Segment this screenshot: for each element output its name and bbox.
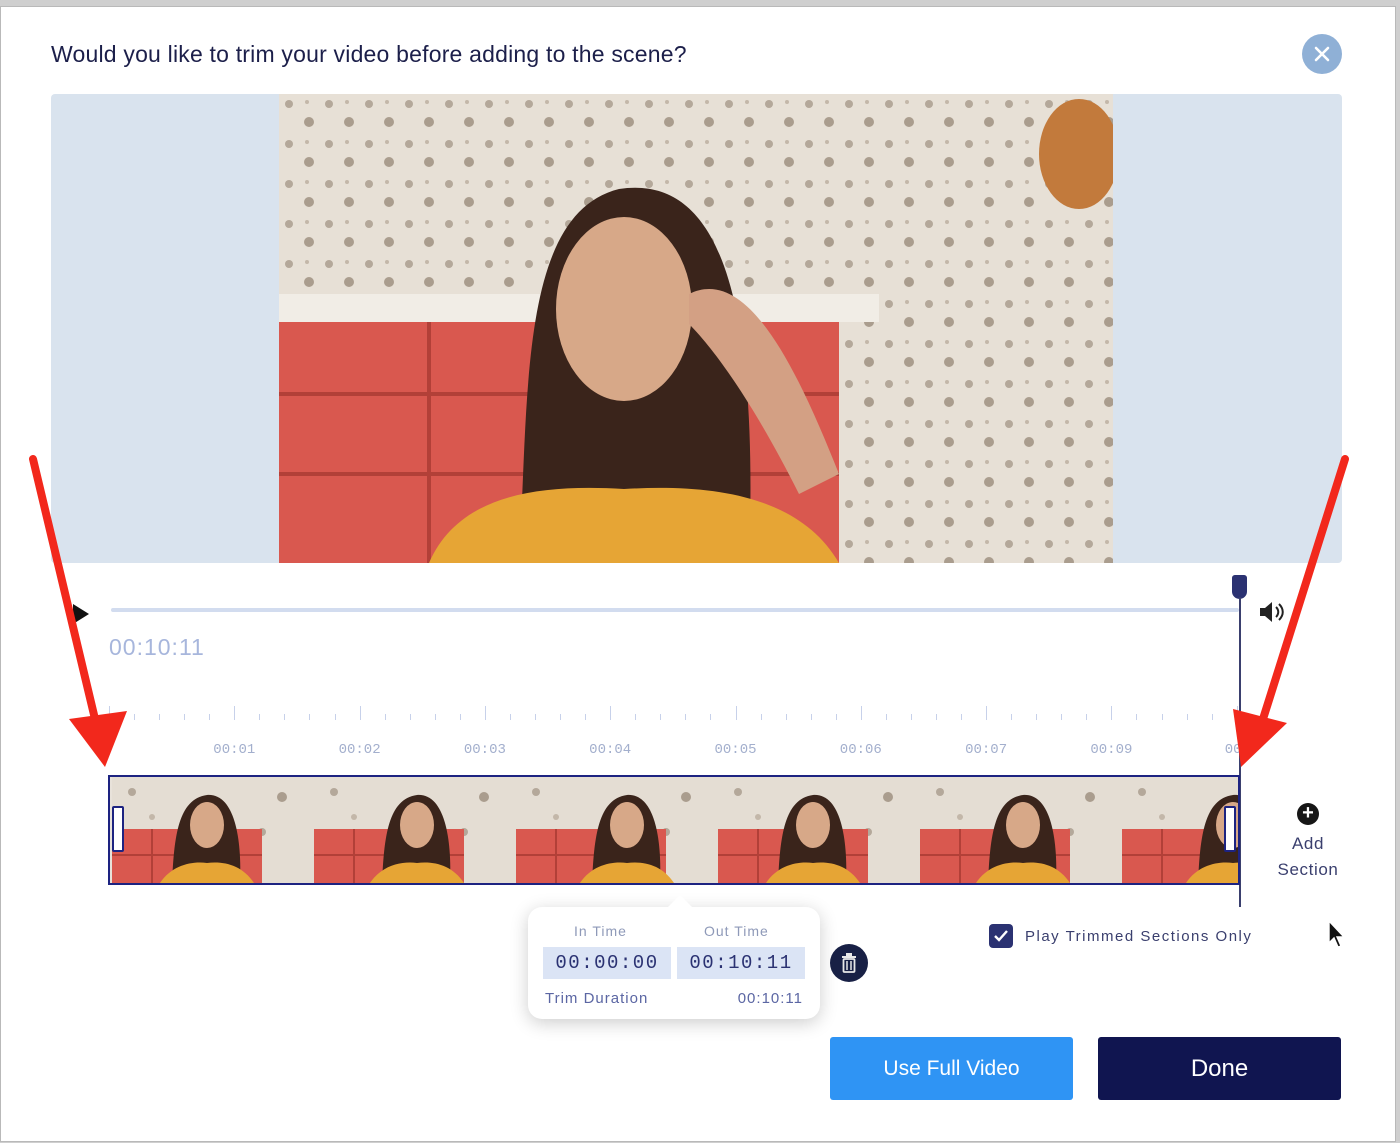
ruler-minor-tick [1211,714,1213,720]
ruler-minor-tick [685,714,687,720]
ruler-minor-tick [1086,714,1088,720]
ruler-major-tick [1236,706,1238,720]
delete-section-button[interactable] [830,944,868,982]
add-section-label-line2: Section [1277,860,1339,879]
trim-video-dialog: Would you like to trim your video before… [0,6,1396,1142]
ruler-minor-tick [535,714,537,720]
ruler-minor-tick [309,714,311,720]
trash-icon [842,953,856,973]
ruler-minor-tick [660,714,662,720]
ruler-minor-tick [810,714,812,720]
ruler-minor-tick [1161,714,1163,720]
ruler-tick-label: 00:05 [714,742,757,758]
play-trimmed-checkbox[interactable] [989,924,1013,948]
in-time-field[interactable]: 00:00:00 [543,947,671,979]
close-button[interactable] [1302,34,1342,74]
ruler-major-tick [610,706,612,720]
filmstrip-frame [920,777,1122,883]
trim-end-handle[interactable] [1224,806,1236,852]
ruler-minor-tick [434,714,436,720]
filmstrip-frame [718,777,920,883]
ruler-major-tick [860,706,862,720]
current-time-display: 00:10:11 [109,634,205,660]
ruler-tick-label: 00:07 [965,742,1008,758]
in-time-label: In Time [574,923,627,939]
ruler-major-tick [735,706,737,720]
ruler-minor-tick [560,714,562,720]
ruler-minor-tick [910,714,912,720]
dialog-title: Would you like to trim your video before… [51,41,687,67]
done-button[interactable]: Done [1098,1037,1341,1100]
ruler-major-tick [484,706,486,720]
play-trimmed-label: Play Trimmed Sections Only [1025,927,1253,945]
ruler-minor-tick [1036,714,1038,720]
plus-circle-icon: + [1297,803,1319,825]
playback-progress-track[interactable] [111,608,1239,612]
filmstrip-frame [112,777,314,883]
add-section-label-line1: Add [1291,834,1325,853]
ruler-minor-tick [885,714,887,720]
trim-filmstrip[interactable] [108,775,1240,885]
ruler-tick-label: 00:01 [213,742,256,758]
ruler-tick-label: 00:04 [589,742,632,758]
ruler-major-tick [1111,706,1113,720]
video-preview-area [51,94,1342,563]
ruler-minor-tick [459,714,461,720]
ruler-minor-tick [1186,714,1188,720]
filmstrip-frame [1122,777,1238,883]
ruler-minor-tick [835,714,837,720]
ruler-tick-label: 00:02 [338,742,381,758]
play-trimmed-toggle[interactable]: Play Trimmed Sections Only [989,924,1252,948]
ruler-tick-label: 00:06 [839,742,882,758]
out-time-label: Out Time [704,923,769,939]
trim-duration-label: Trim Duration [545,990,649,1007]
ruler-major-tick [234,706,236,720]
ruler-minor-tick [1011,714,1013,720]
ruler-minor-tick [1061,714,1063,720]
ruler-major-tick [359,706,361,720]
ruler-tick-label: 00 [1224,742,1242,758]
ruler-minor-tick [710,714,712,720]
trim-start-handle[interactable] [112,806,124,852]
add-section-button[interactable]: + Add Section [1273,803,1343,883]
playhead-handle[interactable] [1232,575,1247,599]
play-icon[interactable] [71,603,91,625]
use-full-video-button[interactable]: Use Full Video [830,1037,1073,1100]
ruler-minor-tick [184,714,186,720]
timeline-ruler: 00:01 00:02 00:03 00:04 00:05 00:06 00:07 00:09… [109,702,1242,762]
trim-duration-value: 00:10:11 [737,990,803,1007]
ruler-minor-tick [334,714,336,720]
ruler-minor-tick [134,714,136,720]
ruler-minor-tick [409,714,411,720]
ruler-major-tick [109,706,110,720]
ruler-minor-tick [961,714,963,720]
ruler-minor-tick [509,714,511,720]
filmstrip-frame [516,777,718,883]
ruler-tick-label: 00:03 [463,742,506,758]
ruler-minor-tick [209,714,211,720]
ruler-minor-tick [635,714,637,720]
ruler-minor-tick [159,714,161,720]
ruler-minor-tick [284,714,286,720]
check-icon [994,930,1008,942]
ruler-major-tick [986,706,988,720]
out-time-field[interactable]: 00:10:11 [677,947,805,979]
ruler-minor-tick [1136,714,1138,720]
ruler-minor-tick [259,714,261,720]
ruler-tick-label: 00:09 [1090,742,1133,758]
filmstrip-frame [314,777,516,883]
volume-icon[interactable] [1257,597,1287,627]
ruler-minor-tick [585,714,587,720]
ruler-minor-tick [785,714,787,720]
close-icon [1314,46,1330,62]
ruler-minor-tick [760,714,762,720]
ruler-minor-tick [935,714,937,720]
mouse-pointer-icon [1328,919,1346,948]
ruler-minor-tick [384,714,386,720]
trim-times-popover: In Time Out Time 00:00:00 00:10:11 Trim … [528,895,820,1019]
video-preview-frame[interactable] [279,94,1113,563]
